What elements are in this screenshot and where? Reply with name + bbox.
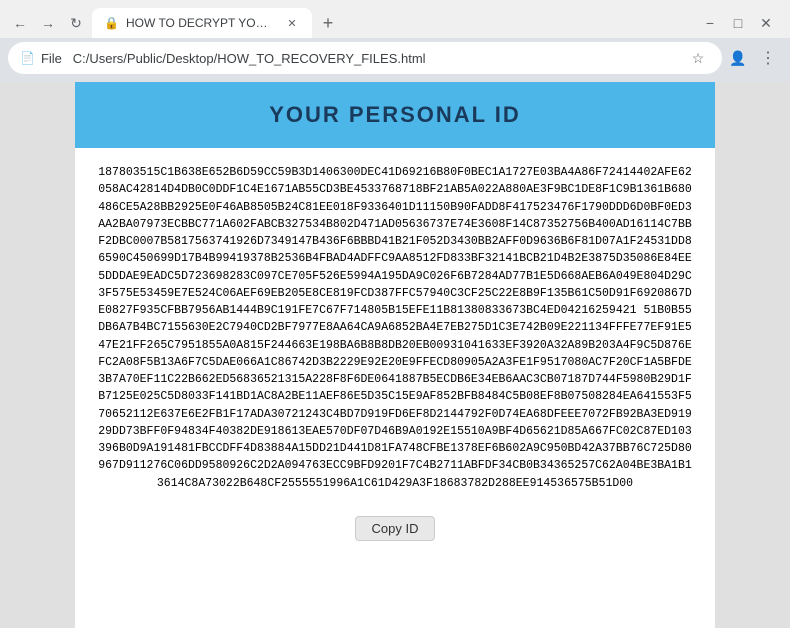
page-header: YOUR PERSONAL ID bbox=[75, 82, 715, 148]
address-bar-row: 📄 File C:/Users/Public/Desktop/HOW_TO_RE… bbox=[0, 38, 790, 82]
close-button[interactable]: ✕ bbox=[754, 11, 778, 35]
tab-title: HOW TO DECRYPT YOUR FILES bbox=[126, 16, 276, 30]
tab-favicon: 🔒 bbox=[104, 16, 118, 30]
refresh-button[interactable]: ↻ bbox=[64, 11, 88, 35]
id-text-block: 187803515C1B638E652B6D59CC59B3D1406300DE… bbox=[75, 148, 715, 508]
file-icon: 📄 bbox=[20, 51, 35, 65]
browser-window: ← → ↻ 🔒 HOW TO DECRYPT YOUR FILES ✕ + − … bbox=[0, 0, 790, 82]
menu-button[interactable]: ⋮ bbox=[754, 44, 782, 72]
maximize-button[interactable]: □ bbox=[726, 11, 750, 35]
minimize-button[interactable]: − bbox=[698, 11, 722, 35]
tab-bar: ← → ↻ 🔒 HOW TO DECRYPT YOUR FILES ✕ + − … bbox=[0, 0, 790, 38]
address-path: C:/Users/Public/Desktop/HOW_TO_RECOVERY_… bbox=[73, 51, 426, 66]
copy-id-button[interactable]: Copy ID bbox=[355, 516, 436, 541]
page-content: YOUR PERSONAL ID 187803515C1B638E652B6D5… bbox=[0, 82, 790, 628]
page-header-title: YOUR PERSONAL ID bbox=[95, 102, 695, 128]
bookmark-button[interactable]: ☆ bbox=[686, 46, 710, 70]
forward-button[interactable]: → bbox=[36, 11, 60, 35]
address-bar[interactable]: 📄 File C:/Users/Public/Desktop/HOW_TO_RE… bbox=[8, 42, 722, 74]
window-controls: − □ ✕ bbox=[698, 11, 782, 35]
profile-button[interactable]: 👤 bbox=[726, 46, 750, 70]
new-tab-button[interactable]: + bbox=[316, 11, 340, 35]
personal-id-text: 187803515C1B638E652B6D59CC59B3D1406300DE… bbox=[98, 166, 692, 490]
address-actions: ☆ bbox=[686, 46, 710, 70]
page-inner: YOUR PERSONAL ID 187803515C1B638E652B6D5… bbox=[75, 82, 715, 628]
tab-close-button[interactable]: ✕ bbox=[284, 15, 300, 31]
address-protocol: File C:/Users/Public/Desktop/HOW_TO_RECO… bbox=[41, 51, 680, 66]
back-button[interactable]: ← bbox=[8, 11, 32, 35]
active-tab[interactable]: 🔒 HOW TO DECRYPT YOUR FILES ✕ bbox=[92, 8, 312, 38]
